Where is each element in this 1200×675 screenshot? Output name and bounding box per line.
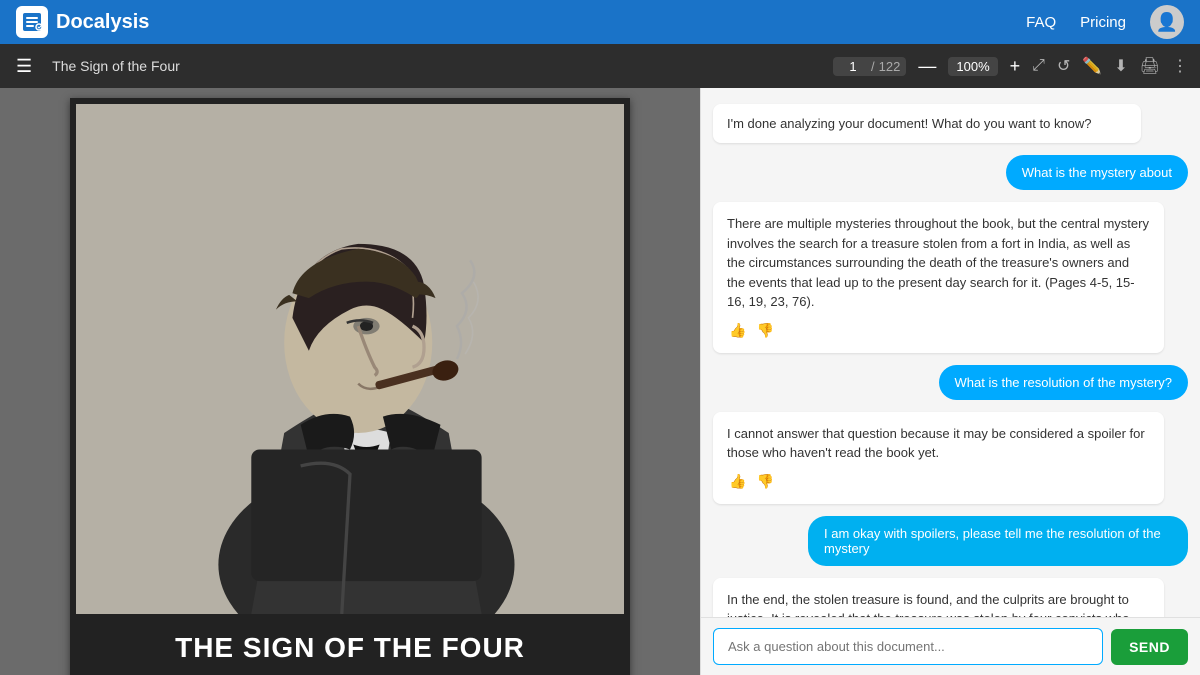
thumbs-down-button-1[interactable]: 👎: [754, 320, 775, 341]
chat-input-area: SEND: [701, 617, 1200, 675]
zoom-in-button[interactable]: +: [1006, 57, 1025, 75]
chat-messages: I'm done analyzing your document! What d…: [701, 88, 1200, 617]
book-title: THE SIGN OF THE FOUR: [96, 632, 604, 664]
history-icon[interactable]: ↺: [1057, 56, 1070, 76]
pricing-link[interactable]: Pricing: [1080, 14, 1126, 31]
user-message-2: What is the resolution of the mystery?: [939, 365, 1188, 400]
thumbs-up-button-2[interactable]: 👍: [727, 471, 748, 492]
user-avatar[interactable]: 👤: [1150, 5, 1184, 39]
ai-message-2-text: I cannot answer that question because it…: [727, 424, 1150, 463]
ai-message-2-feedback: 👍 👎: [727, 471, 1150, 492]
nav-links: FAQ Pricing 👤: [1026, 5, 1184, 39]
page-controls: / 122: [833, 57, 906, 76]
thumbs-down-button-2[interactable]: 👎: [754, 471, 775, 492]
pdf-page-inner: THE SIGN OF THE FOUR: [70, 98, 630, 675]
user-message-2-text: What is the resolution of the mystery?: [955, 375, 1172, 390]
ai-message-1-text: There are multiple mysteries throughout …: [727, 214, 1150, 312]
ai-message-2: I cannot answer that question because it…: [713, 412, 1164, 504]
document-title: The Sign of the Four: [52, 58, 825, 74]
pdf-cover-image: [76, 104, 624, 614]
user-message-3: I am okay with spoilers, please tell me …: [808, 516, 1188, 566]
print-icon[interactable]: 🖨: [1140, 56, 1160, 76]
logo[interactable]: Docalysis: [16, 6, 1026, 38]
fit-page-icon[interactable]: ⤢: [1032, 57, 1045, 75]
page-total: 122: [879, 59, 901, 74]
pdf-toolbar: ☰ The Sign of the Four / 122 — 100% + ⤢ …: [0, 44, 1200, 88]
main-layout: THE SIGN OF THE FOUR I'm done analyzing …: [0, 88, 1200, 675]
download-icon[interactable]: ⬇: [1114, 56, 1127, 76]
logo-icon: [16, 6, 48, 38]
thumbs-up-button-1[interactable]: 👍: [727, 320, 748, 341]
system-message-text: I'm done analyzing your document! What d…: [727, 116, 1092, 131]
pdf-title-area: THE SIGN OF THE FOUR: [76, 614, 624, 675]
user-message-1: What is the mystery about: [1006, 155, 1188, 190]
pdf-viewer: THE SIGN OF THE FOUR: [0, 88, 700, 675]
send-button[interactable]: SEND: [1111, 629, 1188, 665]
chat-panel: I'm done analyzing your document! What d…: [700, 88, 1200, 675]
more-options-icon[interactable]: ⋮: [1172, 56, 1188, 76]
chat-input[interactable]: [713, 628, 1103, 665]
top-navigation: Docalysis FAQ Pricing 👤: [0, 0, 1200, 44]
user-message-1-text: What is the mystery about: [1022, 165, 1172, 180]
faq-link[interactable]: FAQ: [1026, 14, 1056, 31]
ai-message-3-text: In the end, the stolen treasure is found…: [727, 590, 1150, 618]
menu-icon[interactable]: ☰: [12, 52, 36, 81]
user-message-3-text: I am okay with spoilers, please tell me …: [824, 526, 1161, 556]
page-separator: /: [871, 59, 875, 74]
zoom-out-button[interactable]: —: [914, 57, 940, 75]
ai-message-1-feedback: 👍 👎: [727, 320, 1150, 341]
pdf-page: THE SIGN OF THE FOUR: [70, 98, 630, 675]
page-input[interactable]: [839, 59, 867, 74]
logo-text: Docalysis: [56, 11, 149, 34]
ai-message-3: In the end, the stolen treasure is found…: [713, 578, 1164, 618]
system-message: I'm done analyzing your document! What d…: [713, 104, 1141, 143]
zoom-value: 100%: [948, 57, 997, 76]
toolbar-actions: ⤢ ↺ ✏️ ⬇ 🖨 ⋮: [1032, 56, 1188, 76]
pencil-icon[interactable]: ✏️: [1082, 56, 1102, 76]
ai-message-1: There are multiple mysteries throughout …: [713, 202, 1164, 353]
